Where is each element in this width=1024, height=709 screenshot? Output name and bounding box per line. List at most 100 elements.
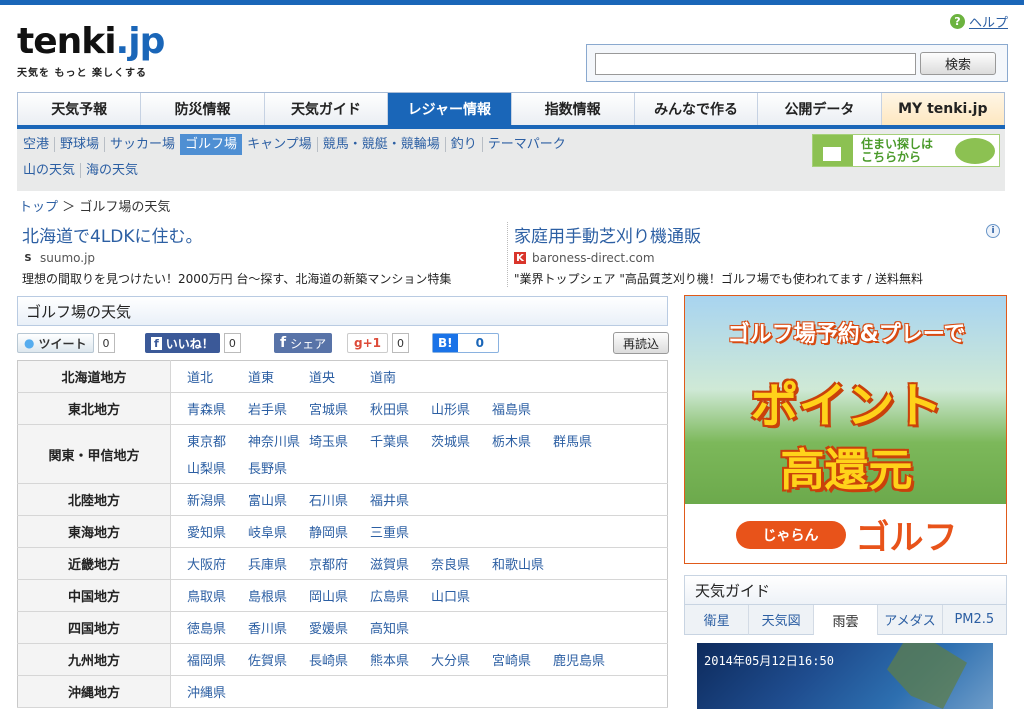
prefecture-link[interactable]: 茨城県	[431, 431, 492, 450]
subnav-link-row1-2[interactable]: サッカー場	[104, 137, 180, 152]
prefecture-link[interactable]: 愛媛県	[309, 618, 370, 637]
gnav-item-1[interactable]: 防災情報	[141, 93, 265, 125]
facebook-share-button[interactable]: f シェア	[274, 333, 333, 353]
prefecture-link[interactable]: 長野県	[248, 458, 309, 477]
guide-tab-2[interactable]: 雨雲	[813, 605, 879, 635]
text-ad-2[interactable]: 家庭用手動芝刈り機通販 K baroness-direct.com "業界トップ…	[507, 222, 923, 287]
search-input[interactable]	[595, 53, 916, 75]
prefecture-link[interactable]: 道東	[248, 367, 309, 386]
gnav-item-0[interactable]: 天気予報	[18, 93, 142, 125]
prefecture-link[interactable]: 岡山県	[309, 586, 370, 605]
prefecture-link[interactable]: 神奈川県	[248, 431, 309, 450]
prefecture-link[interactable]: 滋賀県	[370, 554, 431, 573]
subnav-link-row1-4[interactable]: キャンプ場	[242, 137, 317, 152]
prefecture-link[interactable]: 熊本県	[370, 650, 431, 669]
prefecture-link[interactable]: 愛知県	[187, 522, 248, 541]
prefecture-link[interactable]: 大阪府	[187, 554, 248, 573]
prefecture-link[interactable]: 鳥取県	[187, 586, 248, 605]
gnav-item-5[interactable]: みんなで作る	[634, 93, 759, 125]
subnav-link-row1-3[interactable]: ゴルフ場	[180, 134, 243, 155]
prefecture-link[interactable]: 山口県	[431, 586, 492, 605]
prefecture-link[interactable]: 埼玉県	[309, 431, 370, 450]
prefecture-link[interactable]: 徳島県	[187, 618, 248, 637]
help-link[interactable]: ヘルプ	[969, 12, 1008, 31]
prefecture-link[interactable]: 香川県	[248, 618, 309, 637]
gnav-item-7[interactable]: MY tenki.jp	[881, 93, 1004, 125]
subnav-link-row1-6[interactable]: 釣り	[444, 137, 482, 152]
prefecture-link[interactable]: 奈良県	[431, 554, 492, 573]
guide-tab-3[interactable]: アメダス	[878, 605, 943, 635]
subnav-link-row1-7[interactable]: テーマパーク	[481, 137, 571, 152]
reload-button[interactable]: 再読込	[613, 332, 669, 354]
guide-tab-4[interactable]: PM2.5	[942, 605, 1007, 635]
ad-title[interactable]: 北海道で4LDKに住む。	[22, 222, 451, 247]
prefecture-link[interactable]: 山梨県	[187, 458, 248, 477]
subnav-link-row1-0[interactable]: 空港	[23, 137, 54, 152]
prefecture-link[interactable]: 長崎県	[309, 650, 370, 669]
prefecture-link[interactable]: 高知県	[370, 618, 431, 637]
prefecture-link[interactable]: 道南	[370, 367, 431, 386]
gnav-item-3[interactable]: レジャー情報	[388, 93, 512, 125]
prefecture-link[interactable]: 岐阜県	[248, 522, 309, 541]
guide-tab-0[interactable]: 衛星	[685, 605, 750, 635]
guide-tab-1[interactable]: 天気図	[749, 605, 814, 635]
prefecture-link[interactable]: 佐賀県	[248, 650, 309, 669]
search-button[interactable]: 検索	[920, 52, 996, 75]
prefecture-link[interactable]: 石川県	[309, 490, 370, 509]
rain-radar-image[interactable]: 2014年05月12日16:50	[697, 643, 993, 709]
housing-banner-ad[interactable]: 住まい探しは こちらから	[812, 134, 1000, 167]
text-ad-1[interactable]: 北海道で4LDKに住む。 S suumo.jp 理想の間取りを見つけたい！200…	[22, 222, 451, 287]
prefecture-link[interactable]: 大分県	[431, 650, 492, 669]
facebook-like-button[interactable]: f いいね！	[145, 333, 220, 353]
hatena-bookmark-button[interactable]: B! 0	[432, 333, 499, 353]
subnav-link-row1-5[interactable]: 競馬・競艇・競輪場	[316, 137, 445, 152]
prefecture-link[interactable]: 福岡県	[187, 650, 248, 669]
prefecture-link[interactable]: 青森県	[187, 399, 248, 418]
tenki-logo[interactable]: tenki.jp 天気を もっと 楽しくする	[17, 24, 165, 80]
prefecture-link[interactable]: 富山県	[248, 490, 309, 509]
facebook-icon: f	[280, 335, 287, 351]
prefecture-link[interactable]: 鹿児島県	[553, 650, 614, 669]
prefecture-list: 徳島県 香川県 愛媛県 高知県	[187, 618, 667, 637]
prefecture-link[interactable]: 和歌山県	[492, 554, 553, 573]
tweet-button[interactable]: ● ツイート	[17, 333, 94, 353]
prefecture-link[interactable]: 山形県	[431, 399, 492, 418]
prefecture-link[interactable]: 福井県	[370, 490, 431, 509]
prefecture-link[interactable]: 広島県	[370, 586, 431, 605]
golf-wordmark: ゴルフ	[855, 518, 958, 558]
golf-booking-banner-ad[interactable]: ゴルフ場予約&プレーで ポイント 高還元 じゃらん ゴルフ	[684, 295, 1007, 564]
gnav-item-4[interactable]: 指数情報	[511, 93, 635, 125]
help-link-group[interactable]: ? ヘルプ	[949, 12, 1008, 31]
breadcrumb-home-link[interactable]: トップ	[19, 200, 58, 215]
region-name: 九州地方	[17, 643, 171, 676]
prefecture-link[interactable]: 道央	[309, 367, 370, 386]
prefecture-link[interactable]: 秋田県	[370, 399, 431, 418]
gnav-item-6[interactable]: 公開データ	[758, 93, 882, 125]
prefecture-link[interactable]: 新潟県	[187, 490, 248, 509]
prefecture-link[interactable]: 宮崎県	[492, 650, 553, 669]
ad-title[interactable]: 家庭用手動芝刈り機通販	[514, 222, 923, 247]
prefecture-link[interactable]: 福島県	[492, 399, 553, 418]
prefecture-link[interactable]: 千葉県	[370, 431, 431, 450]
subnav-link-row1-1[interactable]: 野球場	[54, 137, 104, 152]
gplus-button[interactable]: g+1	[347, 333, 388, 353]
prefecture-link[interactable]: 京都府	[309, 554, 370, 573]
prefecture-link[interactable]: 島根県	[248, 586, 309, 605]
subnav-link-row2-1[interactable]: 海の天気	[80, 163, 143, 178]
prefecture-link[interactable]: 沖縄県	[187, 682, 248, 701]
prefecture-link[interactable]: 兵庫県	[248, 554, 309, 573]
prefecture-link[interactable]: 静岡県	[309, 522, 370, 541]
gnav-item-2[interactable]: 天気ガイド	[264, 93, 389, 125]
facebook-like-widget: f いいね！ 0	[145, 332, 241, 354]
ad-info-icon[interactable]: i	[986, 224, 1000, 238]
prefecture-link[interactable]: 東京都	[187, 431, 248, 450]
prefecture-link[interactable]: 岩手県	[248, 399, 309, 418]
prefecture-link[interactable]: 道北	[187, 367, 248, 386]
prefecture-link[interactable]: 宮城県	[309, 399, 370, 418]
prefecture-link[interactable]: 群馬県	[553, 431, 614, 450]
region-row: 沖縄地方 沖縄県	[17, 675, 668, 708]
prefecture-link[interactable]: 栃木県	[492, 431, 553, 450]
subnav-link-row2-0[interactable]: 山の天気	[23, 163, 80, 178]
prefecture-link[interactable]: 三重県	[370, 522, 431, 541]
region-row: 東北地方 青森県 岩手県 宮城県 秋田県 山形県 福島県	[17, 392, 668, 425]
